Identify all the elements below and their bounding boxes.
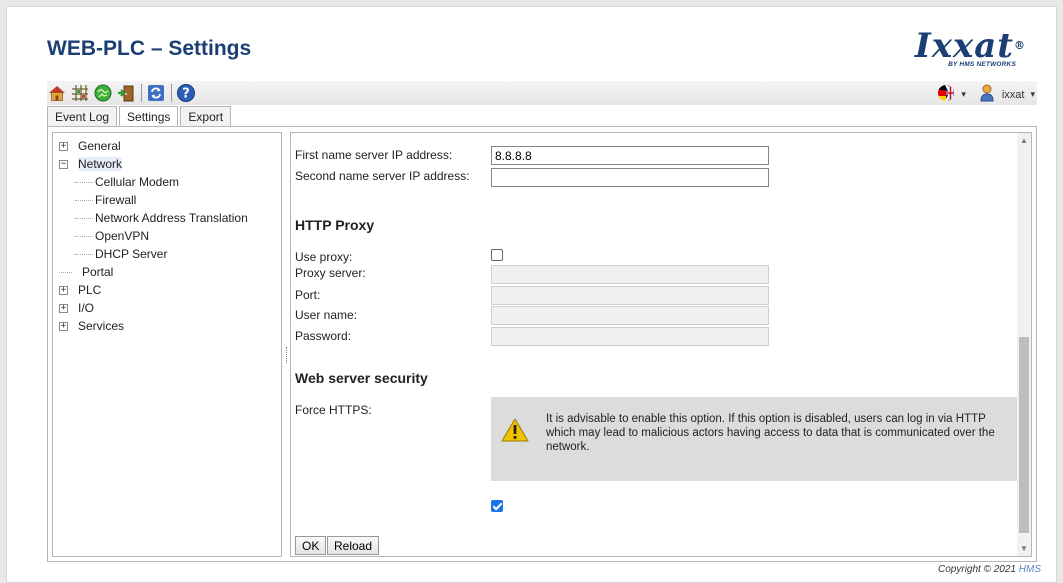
main-panel: + General − Network Cellular Modem Firew… — [47, 126, 1037, 562]
tree-item-label: OpenVPN — [95, 229, 150, 243]
scroll-up-arrow-icon[interactable]: ▲ — [1020, 136, 1028, 145]
username-input[interactable] — [491, 306, 769, 325]
tree-item-label: DHCP Server — [95, 247, 168, 261]
tree-item-label: I/O — [78, 301, 95, 315]
dns2-input[interactable] — [491, 168, 769, 187]
web-server-security-heading: Web server security — [295, 370, 428, 386]
warning-box: It is advisable to enable this option. I… — [491, 397, 1017, 481]
tree-item-label: Firewall — [95, 193, 137, 207]
toolbar-separator — [171, 84, 172, 102]
copyright: Copyright © 2021 HMS — [938, 564, 1041, 575]
tree-item-label: PLC — [78, 283, 102, 297]
user-dropdown-caret[interactable]: ▾ — [1030, 89, 1035, 100]
user-label[interactable]: ixxat — [1002, 89, 1025, 101]
dns2-label: Second name server IP address: — [295, 169, 470, 183]
tree-item-label: Cellular Modem — [95, 175, 180, 189]
warning-text: It is advisable to enable this option. I… — [546, 413, 995, 453]
globe-icon[interactable] — [93, 83, 113, 103]
language-flag-icon[interactable] — [937, 84, 955, 105]
tree-item-io[interactable]: + I/O — [55, 299, 279, 317]
use-proxy-label: Use proxy: — [295, 250, 353, 264]
user-icon[interactable] — [980, 84, 994, 105]
scrollbar-thumb[interactable] — [1019, 337, 1029, 533]
ok-button[interactable]: OK — [295, 536, 327, 555]
tree-item-label: Portal — [82, 265, 114, 279]
dns1-label: First name server IP address: — [295, 148, 453, 162]
tree-item-label: Services — [78, 319, 125, 333]
language-dropdown-caret[interactable]: ▾ — [961, 89, 966, 100]
tree-item-network[interactable]: − Network — [55, 155, 279, 173]
svg-text:?: ? — [182, 87, 190, 102]
toolbar-separator — [141, 84, 142, 102]
tab-settings[interactable]: Settings — [119, 106, 179, 127]
tree-item-label: General — [78, 139, 121, 153]
page: WEB-PLC – Settings Ixxat® BY HMS NETWORK… — [6, 6, 1057, 583]
refresh-icon[interactable] — [146, 83, 166, 103]
tree-item-label: Network Address Translation — [95, 211, 248, 225]
dns1-input[interactable] — [491, 146, 769, 165]
logo-reg: ® — [1014, 39, 1026, 52]
tab-event-log[interactable]: Event Log — [47, 106, 118, 126]
reload-button[interactable]: Reload — [327, 536, 380, 555]
tree-item-firewall[interactable]: Firewall — [55, 191, 279, 209]
vertical-scrollbar[interactable]: ▲ ▼ — [1017, 133, 1031, 556]
proxy-server-label: Proxy server: — [295, 266, 366, 280]
panel-splitter[interactable] — [286, 347, 287, 363]
door-exit-icon[interactable] — [116, 83, 136, 103]
page-title: WEB-PLC – Settings — [47, 37, 252, 60]
help-icon[interactable]: ? — [176, 83, 196, 103]
http-proxy-heading: HTTP Proxy — [295, 217, 375, 233]
tree-item-dhcp-server[interactable]: DHCP Server — [55, 245, 279, 263]
tree-item-services[interactable]: + Services — [55, 317, 279, 335]
tree-item-nat[interactable]: Network Address Translation — [55, 209, 279, 227]
expand-icon[interactable]: + — [59, 141, 68, 151]
password-label: Password: — [295, 329, 352, 343]
expand-icon[interactable]: + — [59, 285, 68, 295]
tree-item-label: Network — [78, 157, 123, 171]
logo-text: Ixxat — [914, 26, 1014, 66]
proxy-server-input[interactable] — [491, 265, 769, 284]
tree-item-general[interactable]: + General — [55, 137, 279, 155]
password-input[interactable] — [491, 327, 769, 346]
port-input[interactable] — [491, 286, 769, 305]
grid-icon[interactable] — [70, 83, 90, 103]
warning-icon — [501, 417, 529, 446]
tree-item-portal[interactable]: Portal — [55, 263, 279, 281]
username-label: User name: — [295, 308, 358, 322]
tree-item-cellular-modem[interactable]: Cellular Modem — [55, 173, 279, 191]
tab-bar: Event Log Settings Export — [47, 106, 233, 127]
use-proxy-checkbox[interactable] — [491, 249, 503, 261]
tree-item-openvpn[interactable]: OpenVPN — [55, 227, 279, 245]
expand-icon[interactable]: + — [59, 303, 68, 313]
tree-item-plc[interactable]: + PLC — [55, 281, 279, 299]
force-https-checkbox[interactable] — [491, 500, 503, 512]
scroll-down-arrow-icon[interactable]: ▼ — [1020, 544, 1028, 553]
settings-content: First name server IP address: Second nam… — [290, 132, 1032, 557]
expand-icon[interactable]: + — [59, 321, 68, 331]
home-icon[interactable] — [47, 83, 67, 103]
collapse-icon[interactable]: − — [59, 159, 68, 169]
force-https-label: Force HTTPS: — [295, 403, 372, 417]
toolbar: ? ▾ ixxat ▾ — [47, 81, 1037, 105]
settings-tree: + General − Network Cellular Modem Firew… — [52, 132, 282, 557]
ixxat-logo: Ixxat® BY HMS NETWORKS — [915, 29, 1026, 68]
tab-export[interactable]: Export — [180, 106, 232, 126]
copyright-company[interactable]: HMS — [1019, 564, 1041, 575]
port-label: Port: — [295, 288, 321, 302]
